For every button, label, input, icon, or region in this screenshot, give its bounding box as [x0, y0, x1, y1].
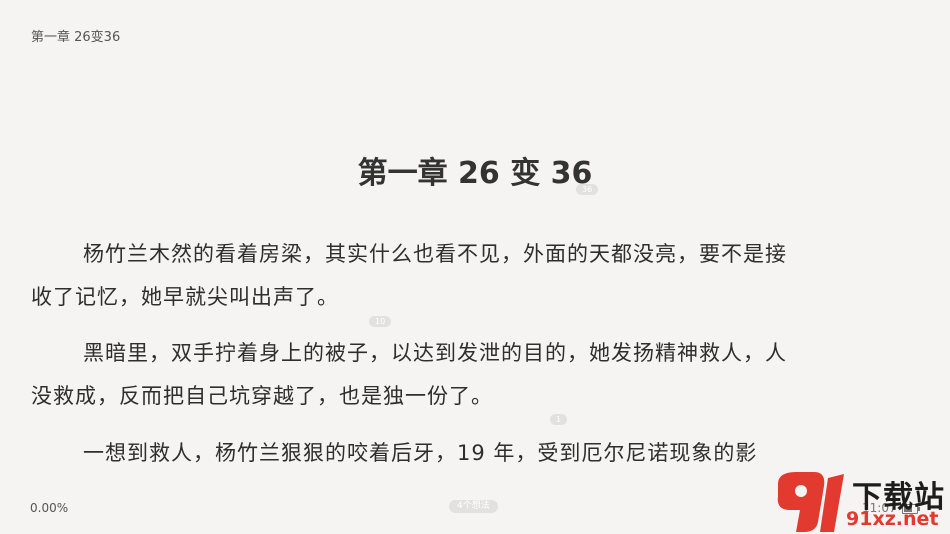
paragraph-1-line-1: 杨竹兰木然的看着房梁，其实什么也看不见，外面的天都没亮，要不是接	[83, 242, 787, 266]
title-comment-badge[interactable]: 36	[576, 184, 599, 195]
watermark-url: 91xz.net	[846, 508, 939, 530]
paragraph-1-line-2: 收了记忆，她早就尖叫出声了。	[31, 285, 339, 309]
paragraph-2[interactable]: 黑暗里，双手拧着身上的被子，以达到发泄的目的，她发扬精神救人，人 没救成，反而把…	[31, 332, 921, 418]
paragraph-1-comment-badge[interactable]: 10	[369, 316, 392, 327]
paragraph-2-comment-badge[interactable]: 1	[550, 414, 568, 425]
paragraph-3-line-1: 一想到救人，杨竹兰狠狠的咬着后牙，19 年，受到厄尔尼诺现象的影	[83, 441, 758, 465]
paragraph-2-line-2: 没救成，反而把自己坑穿越了，也是独一份了。	[31, 384, 493, 408]
chapter-title: 第一章 26 变 36	[357, 156, 593, 191]
page-comments-button[interactable]: 4个想法	[449, 500, 498, 513]
reading-progress: 0.00%	[30, 501, 69, 515]
paragraph-1[interactable]: 杨竹兰木然的看着房梁，其实什么也看不见，外面的天都没亮，要不是接 收了记忆，她早…	[31, 233, 921, 319]
running-header-title: 第一章 26变36	[31, 30, 121, 45]
paragraph-2-line-1: 黑暗里，双手拧着身上的被子，以达到发泄的目的，她发扬精神救人，人	[83, 341, 787, 365]
paragraph-3[interactable]: 一想到救人，杨竹兰狠狠的咬着后牙，19 年，受到厄尔尼诺现象的影	[31, 432, 921, 475]
